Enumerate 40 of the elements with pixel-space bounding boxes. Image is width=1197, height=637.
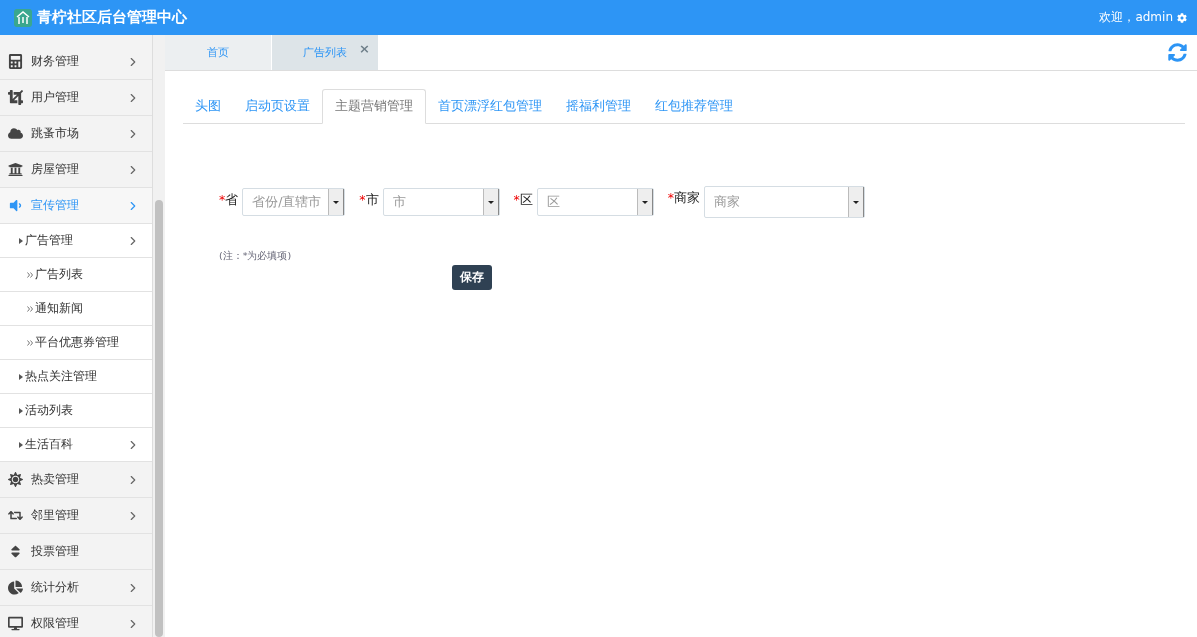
field-label: *区	[513, 191, 533, 209]
sub-tab[interactable]: 主题营销管理	[322, 89, 426, 124]
save-button[interactable]: 保存	[452, 265, 492, 290]
triangle-icon	[19, 373, 23, 380]
retweet-icon	[8, 508, 23, 523]
monitor-icon	[8, 616, 23, 631]
caret-down-icon	[853, 200, 859, 204]
sun-icon	[8, 472, 23, 487]
caret-down-icon	[641, 200, 648, 204]
crop-icon	[8, 90, 23, 105]
field-label: *省	[219, 191, 239, 209]
sidebar-subitem[interactable]: 广告列表	[0, 258, 152, 292]
sidebar-subitem[interactable]: 平台优惠券管理	[0, 326, 152, 360]
sort-icon	[8, 544, 23, 559]
sidebar-subitem[interactable]: 通知新闻	[0, 292, 152, 326]
app-title: 青柠社区后台管理中心	[37, 8, 187, 27]
double-chevron-icon	[27, 305, 33, 312]
settings-icon[interactable]	[1177, 12, 1187, 23]
field-label: *商家	[667, 189, 700, 207]
cloud-icon	[8, 126, 23, 141]
bank-icon	[8, 162, 23, 177]
caret-down-icon	[333, 200, 340, 204]
refresh-icon[interactable]	[1168, 43, 1187, 62]
double-chevron-icon	[27, 271, 33, 278]
sidebar-subitem[interactable]: 活动列表	[0, 394, 152, 428]
required-note: (注：*为必填项)	[219, 250, 293, 263]
calculator-icon	[8, 54, 23, 69]
caret-down-icon	[487, 200, 494, 204]
scrollbar[interactable]	[153, 35, 165, 637]
field-label: *市	[359, 191, 379, 209]
sidebar-subitem[interactable]: 生活百科	[0, 428, 152, 462]
double-chevron-icon	[27, 339, 33, 346]
welcome-text: 欢迎，admin	[1099, 9, 1173, 26]
sidebar-subitem[interactable]: 热点关注管理	[0, 360, 152, 394]
pie-chart-icon	[8, 580, 23, 595]
speaker-icon	[8, 198, 23, 213]
triangle-icon	[19, 441, 23, 448]
triangle-icon	[19, 407, 23, 414]
triangle-icon	[19, 237, 23, 244]
sidebar-subitem[interactable]: 广告管理	[0, 224, 152, 258]
